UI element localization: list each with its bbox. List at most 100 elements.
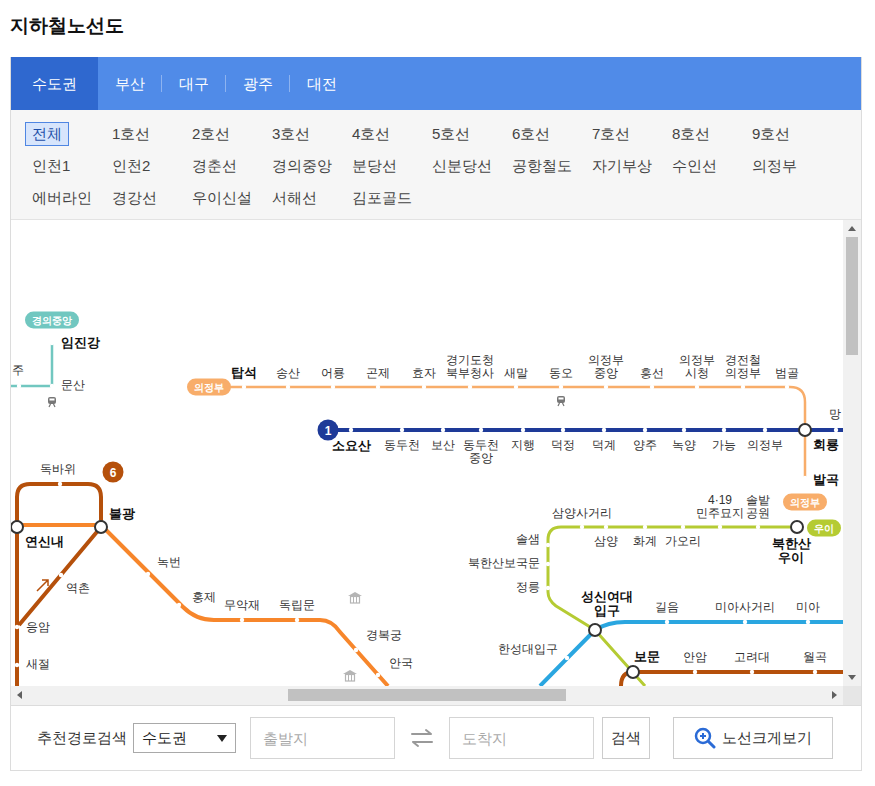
station-label[interactable]: 북한산 우이 xyxy=(772,537,811,566)
station-dot[interactable] xyxy=(695,385,699,389)
route-line[interactable] xyxy=(540,622,843,686)
horizontal-scrollbar[interactable] xyxy=(11,686,843,705)
region-tab[interactable]: 대구 xyxy=(162,57,226,110)
horizontal-scroll-thumb[interactable] xyxy=(288,689,566,701)
station-dot[interactable] xyxy=(743,620,747,624)
station-dot[interactable] xyxy=(521,428,525,432)
line-badge[interactable]: 6 xyxy=(103,462,124,483)
station-name[interactable]: 불광 xyxy=(109,506,135,521)
station-label[interactable]: 월곡 xyxy=(803,651,827,664)
station-label[interactable]: 가오리 xyxy=(665,535,701,548)
station-label[interactable]: 홍제 xyxy=(192,591,216,604)
dropdown-caret-icon[interactable] xyxy=(217,735,227,742)
station-name[interactable]: 경기도청 북부청사 xyxy=(446,353,494,380)
transfer-station-dot[interactable] xyxy=(11,521,23,533)
station-dot[interactable] xyxy=(643,428,647,432)
origin-input[interactable] xyxy=(250,717,395,759)
station-label[interactable]: 경기도청 북부청사 xyxy=(446,354,494,380)
station-label[interactable]: 지행 xyxy=(511,439,535,452)
station-dot[interactable] xyxy=(763,428,767,432)
station-label[interactable]: 녹번 xyxy=(157,556,181,569)
station-dot[interactable] xyxy=(803,476,807,480)
station-name[interactable]: 월곡 xyxy=(803,650,827,664)
line-filter[interactable]: 4호선 xyxy=(345,122,397,146)
station-label[interactable]: 삼양 xyxy=(594,535,618,548)
station-dot[interactable] xyxy=(750,670,754,674)
scroll-right-arrow-icon[interactable] xyxy=(832,691,837,699)
station-name[interactable]: 경전철 의정부 xyxy=(725,353,761,380)
station-dot[interactable] xyxy=(441,428,445,432)
enlarge-map-label[interactable]: 노선크게보기 xyxy=(722,727,812,750)
station-dot[interactable] xyxy=(295,618,299,622)
route-line[interactable] xyxy=(621,672,843,686)
station-label[interactable]: 솔밭 공원 xyxy=(746,494,770,520)
search-button[interactable]: 검색 xyxy=(602,717,650,759)
station-name[interactable]: 가오리 xyxy=(665,534,701,548)
station-name[interactable]: 동두천 xyxy=(384,438,420,452)
region-label[interactable]: 수도권 xyxy=(32,75,77,92)
station-label[interactable]: 발곡 xyxy=(813,473,839,487)
region-select-value[interactable]: 수도권 xyxy=(142,727,187,750)
station-name[interactable]: 보문 xyxy=(634,649,660,664)
station-label[interactable]: 주 xyxy=(12,364,24,377)
station-name[interactable]: 고려대 xyxy=(734,650,770,664)
route-line[interactable] xyxy=(11,525,388,686)
station-label[interactable]: 응암 xyxy=(26,621,50,634)
line-badge[interactable]: 경의중앙 xyxy=(25,312,79,329)
station-label[interactable]: 소요산 xyxy=(332,439,371,453)
station-dot[interactable] xyxy=(240,618,244,622)
station-dot[interactable] xyxy=(643,525,647,529)
line-filter[interactable]: 경의중앙 xyxy=(265,154,339,178)
station-dot[interactable] xyxy=(602,428,606,432)
station-name[interactable]: 삼양사거리 xyxy=(552,506,612,520)
region-tab[interactable]: 광주 xyxy=(226,57,290,110)
scroll-up-arrow-icon[interactable] xyxy=(848,226,856,231)
station-name[interactable]: 탑석 xyxy=(231,365,257,380)
station-dot[interactable] xyxy=(354,648,358,652)
line-filter[interactable]: 1호선 xyxy=(105,122,157,146)
station-label[interactable]: 안암 xyxy=(683,651,707,664)
station-dot[interactable] xyxy=(665,620,669,624)
station-name[interactable]: 효자 xyxy=(412,366,436,380)
station-label[interactable]: 안국 xyxy=(389,657,413,670)
station-dot[interactable] xyxy=(604,525,608,529)
station-dot[interactable] xyxy=(146,572,150,576)
station-dot[interactable] xyxy=(546,562,550,566)
transfer-station-dot[interactable] xyxy=(589,624,601,636)
station-label[interactable]: 역촌 xyxy=(66,582,90,595)
station-name[interactable]: 동오 xyxy=(549,366,573,380)
region-select[interactable]: 수도권 xyxy=(133,723,236,753)
station-dot[interactable] xyxy=(59,573,63,577)
station-dot[interactable] xyxy=(58,482,62,486)
line-filter[interactable]: 경강선 xyxy=(105,186,164,210)
station-label[interactable]: 임진강 xyxy=(61,336,100,350)
station-dot[interactable] xyxy=(682,428,686,432)
station-name[interactable]: 소요산 xyxy=(332,438,371,453)
station-label[interactable]: 의정부 중앙 xyxy=(588,354,624,380)
line-filter[interactable]: 신분당선 xyxy=(425,154,499,178)
station-dot[interactable] xyxy=(806,620,810,624)
transfer-station-dot[interactable] xyxy=(627,666,639,678)
enlarge-map-button[interactable]: 노선크게보기 xyxy=(673,717,833,759)
station-dot[interactable] xyxy=(15,663,19,667)
station-dot[interactable] xyxy=(422,385,426,389)
station-label[interactable]: 어룡 xyxy=(321,367,345,380)
station-dot[interactable] xyxy=(376,673,380,677)
transfer-station-dot[interactable] xyxy=(95,521,107,533)
station-label[interactable]: 의정부 시청 xyxy=(679,354,715,380)
station-name[interactable]: 안국 xyxy=(389,656,413,670)
station-label[interactable]: 덕정 xyxy=(551,439,575,452)
station-dot[interactable] xyxy=(561,428,565,432)
station-label[interactable]: 보산 xyxy=(431,439,455,452)
station-name[interactable]: 응암 xyxy=(26,620,50,634)
vertical-scrollbar[interactable] xyxy=(843,220,861,686)
station-label[interactable]: 한성대입구 xyxy=(498,643,558,656)
station-name[interactable]: 양주 xyxy=(633,438,657,452)
region-label[interactable]: 광주 xyxy=(243,75,273,92)
route-line[interactable] xyxy=(11,343,52,386)
station-name[interactable]: 독바위 xyxy=(40,462,76,476)
station-name[interactable]: 북한산 우이 xyxy=(772,536,811,565)
destination-input[interactable] xyxy=(449,717,594,759)
station-name[interactable]: 임진강 xyxy=(61,335,100,350)
station-dot[interactable] xyxy=(604,385,608,389)
